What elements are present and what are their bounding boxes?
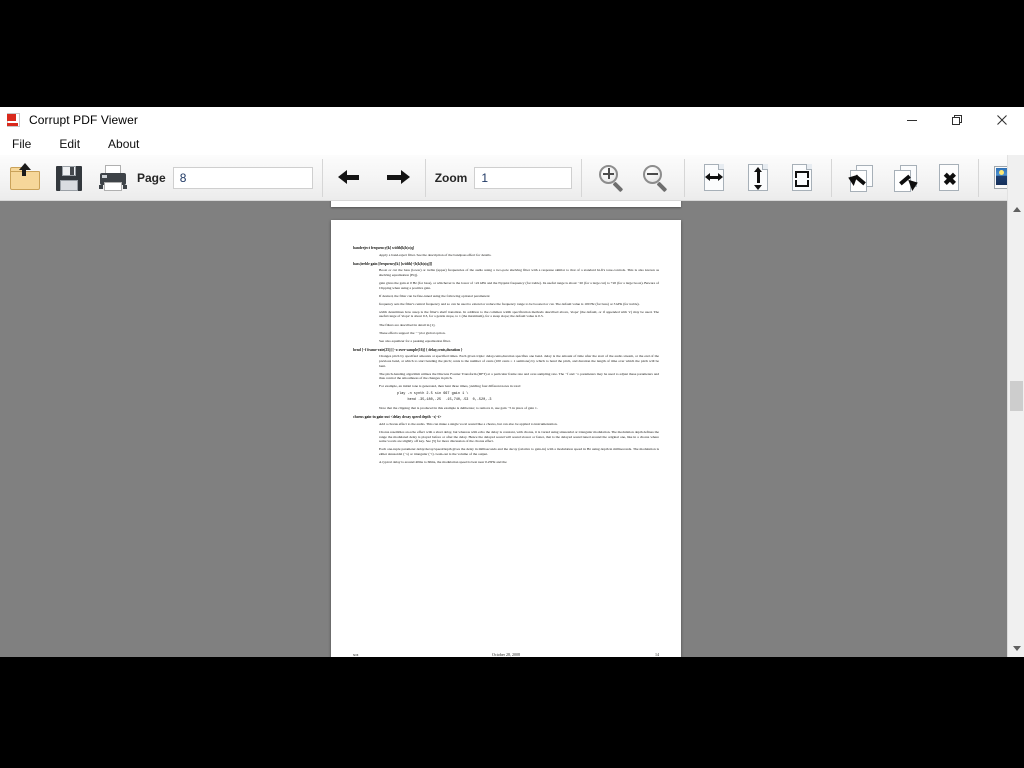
doc-code-block: play -n synth 2.5 sin 667 gain 1 \ bend …	[397, 392, 659, 403]
print-button[interactable]	[93, 158, 133, 198]
magnifier-minus-icon	[639, 162, 671, 194]
doc-paragraph: A typical delay is around 40ms to 60ms, …	[379, 460, 659, 465]
arrow-right-icon	[381, 163, 411, 193]
fit-page-icon	[786, 162, 818, 194]
zoom-input[interactable]: 1	[474, 167, 572, 189]
doc-entry-body: Changes pitch by specified amounts at sp…	[379, 354, 659, 411]
toolbar-separator	[831, 159, 832, 197]
menu-item-file[interactable]: File	[10, 135, 43, 153]
open-button[interactable]	[5, 158, 45, 198]
page-footer-right: 14	[655, 652, 659, 657]
scroll-up-button[interactable]	[1008, 201, 1024, 218]
close-icon[interactable]	[979, 107, 1024, 133]
rotate-left-icon	[845, 162, 877, 194]
screen: Corrupt PDF Viewer	[0, 0, 1024, 768]
page-footer: sox October 28, 2008 14	[353, 652, 659, 657]
doc-entry: bend [−f frame-rate(25)] [−o over-sample…	[353, 348, 659, 411]
printer-icon	[97, 162, 129, 194]
window-controls	[889, 107, 1024, 133]
close-document-button[interactable]: ✖	[929, 158, 969, 198]
zoom-field-group: Zoom 1	[433, 155, 575, 201]
fit-width-icon	[698, 162, 730, 194]
doc-paragraph: Chorus resembles an echo effect with a s…	[379, 430, 659, 444]
doc-paragraph: gain gives the gain at 0 Hz (for bass), …	[379, 281, 659, 290]
close-document-icon: ✖	[933, 162, 965, 194]
doc-paragraph: These effects support the −−plot global …	[379, 331, 659, 336]
scroll-down-button[interactable]	[1008, 640, 1024, 657]
zoom-in-button[interactable]	[591, 158, 631, 198]
doc-paragraph: width determines how steep is the filter…	[379, 310, 659, 319]
page-input[interactable]: 8	[173, 167, 313, 189]
scroll-thumb[interactable]	[1010, 381, 1023, 411]
toolbar: Page 8 Zoom 1	[0, 155, 1024, 201]
doc-paragraph: Changes pitch by specified amounts at sp…	[379, 354, 659, 368]
doc-paragraph: The pitch-bending algorithm utilises the…	[379, 372, 659, 381]
save-floppy-icon	[53, 162, 85, 194]
page-field-group: Page 8	[135, 155, 315, 201]
title-bar: Corrupt PDF Viewer	[0, 107, 1024, 133]
toolbar-separator	[581, 159, 582, 197]
doc-paragraph: For example, an initial tone is generate…	[379, 384, 659, 389]
chevron-up-icon	[1013, 207, 1021, 212]
pdf-document-icon	[7, 113, 21, 128]
toolbar-separator	[978, 159, 979, 197]
menu-item-edit[interactable]: Edit	[57, 135, 92, 153]
doc-entry-body: Boost or cut the bass (lower) or treble …	[379, 268, 659, 343]
rotate-right-button[interactable]	[885, 158, 925, 198]
menu-bar: File Edit About	[0, 133, 1024, 155]
toolbar-separator	[684, 159, 685, 197]
fit-page-button[interactable]	[782, 158, 822, 198]
window-title: Corrupt PDF Viewer	[29, 113, 138, 127]
doc-paragraph: frequency sets the filter's central freq…	[379, 302, 659, 307]
doc-paragraph: Boost or cut the bass (lower) or treble …	[379, 268, 659, 277]
save-button[interactable]	[49, 158, 89, 198]
doc-paragraph: If desired, the filter can be fine-tuned…	[379, 294, 659, 299]
previous-page-sheet	[331, 201, 681, 207]
doc-paragraph: Note that the clipping that is produced …	[379, 406, 659, 411]
page-footer-left: sox	[353, 652, 359, 657]
arrow-left-icon	[337, 163, 367, 193]
fit-height-button[interactable]	[738, 158, 778, 198]
zoom-out-button[interactable]	[635, 158, 675, 198]
doc-entry-body: Add a chorus effect to the audio. This c…	[379, 422, 659, 465]
pdf-page-content: bandreject frequency[k] width[k|h|o|q] A…	[331, 220, 681, 657]
pdf-page: bandreject frequency[k] width[k|h|o|q] A…	[331, 220, 681, 657]
magnifier-plus-icon	[595, 162, 627, 194]
page-label: Page	[137, 171, 166, 185]
previous-page-button[interactable]	[332, 158, 372, 198]
doc-entry: bass|treble gain [frequency[k] [width[+|…	[353, 262, 659, 344]
toolbar-separator	[425, 159, 426, 197]
rotate-left-button[interactable]	[841, 158, 881, 198]
fit-width-button[interactable]	[694, 158, 734, 198]
toolbar-separator	[322, 159, 323, 197]
zoom-label: Zoom	[435, 171, 468, 185]
chevron-down-icon	[1013, 646, 1021, 651]
doc-entry: chorus gain-in gain-out <delay decay spe…	[353, 415, 659, 465]
application-window: Corrupt PDF Viewer	[0, 107, 1024, 657]
doc-paragraph: Each one-tuple parameter delay/decay/spe…	[379, 447, 659, 456]
rotate-right-icon	[889, 162, 921, 194]
next-page-button[interactable]	[376, 158, 416, 198]
doc-entry-body: Apply a band-reject filter. See the desc…	[379, 253, 659, 258]
pdf-viewer-area[interactable]: bandreject frequency[k] width[k|h|o|q] A…	[0, 201, 1024, 657]
toolbar-right-edge	[1007, 155, 1024, 201]
doc-entry-syntax: chorus gain-in gain-out <delay decay spe…	[353, 415, 659, 420]
minimize-icon[interactable]	[889, 107, 934, 133]
doc-entry: bandreject frequency[k] width[k|h|o|q] A…	[353, 246, 659, 257]
doc-entry-syntax: bass|treble gain [frequency[k] [width[+|…	[353, 262, 659, 267]
restore-icon[interactable]	[934, 107, 979, 133]
fit-height-icon	[742, 162, 774, 194]
doc-entry-syntax: bandreject frequency[k] width[k|h|o|q]	[353, 246, 659, 251]
open-folder-icon	[9, 162, 41, 194]
doc-paragraph: See also equalizer for a peaking equalis…	[379, 339, 659, 344]
doc-paragraph: Apply a band-reject filter. See the desc…	[379, 253, 659, 258]
doc-paragraph: The filters are described in detail in […	[379, 323, 659, 328]
doc-paragraph: Add a chorus effect to the audio. This c…	[379, 422, 659, 427]
vertical-scrollbar[interactable]	[1007, 201, 1024, 657]
menu-item-about[interactable]: About	[106, 135, 151, 153]
page-footer-center: October 28, 2008	[492, 652, 520, 657]
doc-entry-syntax: bend [−f frame-rate(25)] [−o over-sample…	[353, 348, 659, 353]
